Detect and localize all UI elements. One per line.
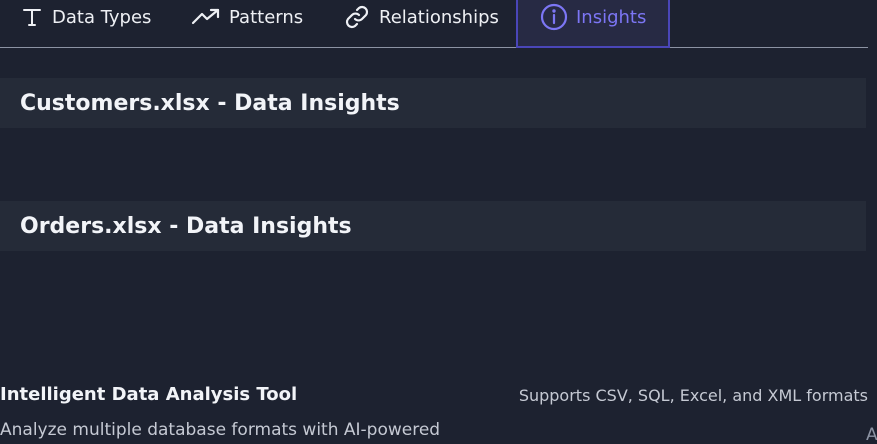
link-icon	[343, 3, 371, 31]
insights-page: Data Types Patterns Relationships Insigh…	[0, 0, 877, 444]
tab-relationships-label: Relationships	[379, 6, 499, 28]
info-circle-icon	[540, 3, 568, 31]
tab-data-types-label: Data Types	[52, 6, 152, 28]
tab-data-types[interactable]: Data Types	[20, 0, 151, 40]
tab-insights-label: Insights	[576, 6, 647, 28]
tab-patterns-label: Patterns	[229, 6, 304, 28]
trending-up-icon	[191, 5, 221, 29]
footer-title: Intelligent Data Analysis Tool	[0, 384, 298, 405]
tab-relationships[interactable]: Relationships	[343, 0, 499, 40]
section-title: Customers.xlsx - Data Insights	[20, 90, 400, 116]
tab-patterns[interactable]: Patterns	[191, 0, 303, 40]
tab-bar: Data Types Patterns Relationships Insigh…	[0, 0, 868, 48]
text-type-icon	[20, 5, 44, 29]
footer-clipped-text: A	[866, 425, 877, 444]
tab-insights[interactable]: Insights	[516, 0, 670, 48]
orders-insights-header[interactable]: Orders.xlsx - Data Insights	[0, 201, 866, 251]
footer-description: Analyze multiple database formats with A…	[0, 420, 441, 440]
section-title: Orders.xlsx - Data Insights	[20, 213, 352, 239]
footer-formats: Supports CSV, SQL, Excel, and XML format…	[518, 386, 868, 405]
customers-insights-header[interactable]: Customers.xlsx - Data Insights	[0, 78, 866, 128]
